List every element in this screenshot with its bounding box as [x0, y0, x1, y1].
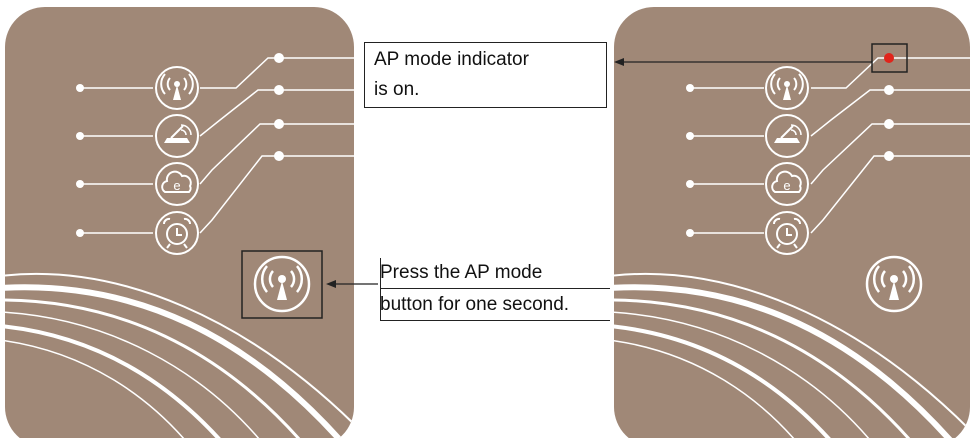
cloud-indicator-led [274, 119, 284, 129]
right-dot [686, 229, 694, 237]
indicator-callout-line2: is on. [374, 79, 420, 100]
right-device-panel: e [614, 7, 970, 438]
router-indicator-led [884, 85, 894, 95]
svg-text:e: e [173, 178, 180, 193]
left-dot [76, 132, 84, 140]
right-dot [686, 180, 694, 188]
ap-indicator-led-on [884, 53, 894, 63]
left-device-panel: e [5, 7, 354, 438]
button-callout-left-border [380, 258, 381, 320]
alarm-indicator-led [884, 151, 894, 161]
button-callout-line2: button for one second. [380, 290, 610, 321]
router-indicator-led [274, 85, 284, 95]
button-callout-line1: Press the AP mode [380, 258, 610, 289]
right-dot [686, 84, 694, 92]
left-dot [76, 229, 84, 237]
svg-text:e: e [783, 178, 790, 193]
indicator-callout-line1: AP mode indicator [374, 49, 529, 70]
right-dot [686, 132, 694, 140]
cloud-indicator-led [884, 119, 894, 129]
alarm-indicator-led [274, 151, 284, 161]
left-dot [76, 180, 84, 188]
left-dot [76, 84, 84, 92]
ap-indicator-led-off [274, 53, 284, 63]
